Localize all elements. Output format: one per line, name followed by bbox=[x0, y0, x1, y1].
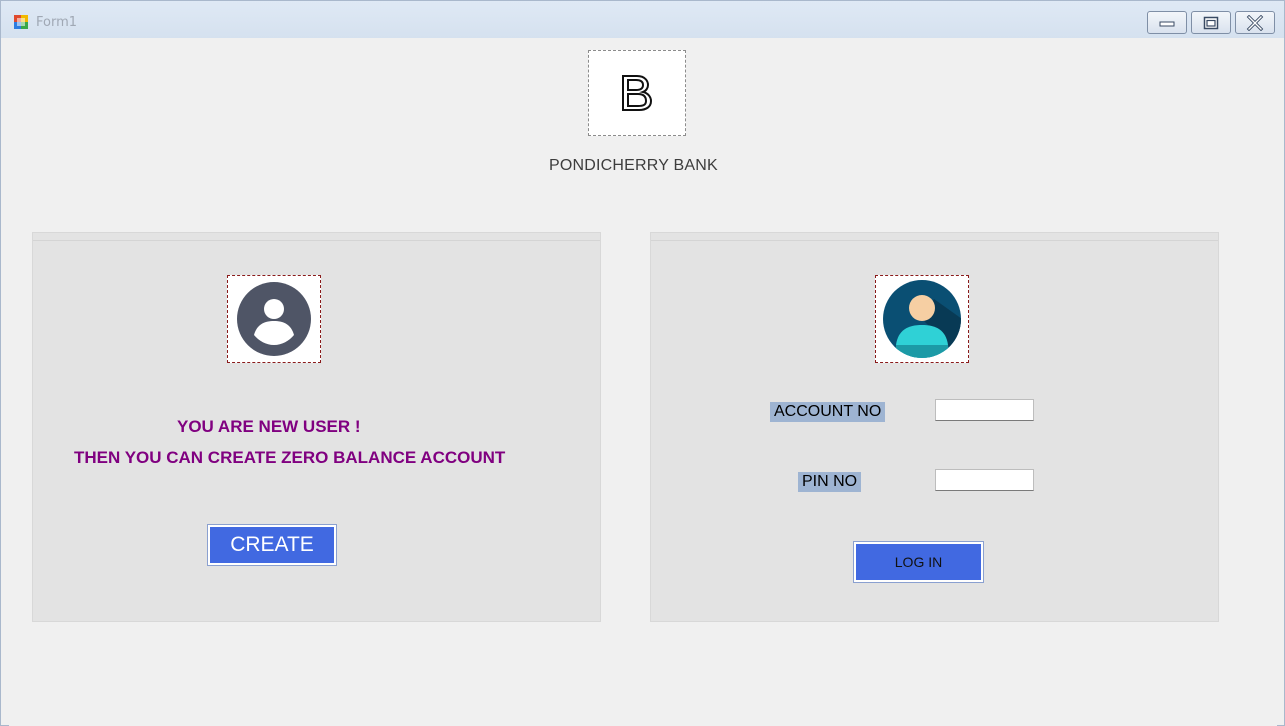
pin-no-label: PIN NO bbox=[798, 472, 862, 492]
bank-logo bbox=[588, 50, 686, 136]
new-user-panel: YOU ARE NEW USER ! THEN YOU CAN CREATE Z… bbox=[32, 232, 601, 622]
new-user-avatar bbox=[227, 275, 321, 363]
minimize-icon bbox=[1159, 21, 1175, 26]
panel-divider bbox=[651, 240, 1218, 241]
login-avatar bbox=[875, 275, 969, 363]
minimize-button[interactable] bbox=[1147, 11, 1187, 34]
account-no-input[interactable] bbox=[935, 399, 1034, 421]
create-button[interactable]: CREATE bbox=[207, 524, 337, 566]
window-title: Form1 bbox=[36, 15, 78, 30]
title-bar[interactable]: Form1 bbox=[1, 1, 1284, 38]
new-user-message: YOU ARE NEW USER ! bbox=[177, 417, 361, 436]
login-button[interactable]: LOG IN bbox=[853, 541, 984, 583]
login-panel: ACCOUNT NO PIN NO LOG IN bbox=[650, 232, 1219, 622]
bank-name: PONDICHERRY BANK bbox=[549, 157, 718, 174]
close-button[interactable] bbox=[1235, 11, 1275, 34]
user-circle-icon bbox=[237, 282, 311, 356]
main-window: Form1 PONDICHERRY BANK YOU ARE NEW USER … bbox=[0, 0, 1285, 726]
pin-no-input[interactable] bbox=[935, 469, 1034, 491]
bank-logo-b-icon bbox=[622, 75, 653, 111]
maximize-button[interactable] bbox=[1191, 11, 1231, 34]
close-icon bbox=[1246, 14, 1264, 31]
panel-divider bbox=[33, 240, 600, 241]
user-avatar-icon bbox=[883, 280, 961, 358]
account-no-label: ACCOUNT NO bbox=[770, 402, 886, 422]
app-icon bbox=[14, 15, 28, 29]
maximize-icon bbox=[1203, 16, 1219, 29]
zero-balance-message: THEN YOU CAN CREATE ZERO BALANCE ACCOUNT bbox=[74, 448, 506, 467]
